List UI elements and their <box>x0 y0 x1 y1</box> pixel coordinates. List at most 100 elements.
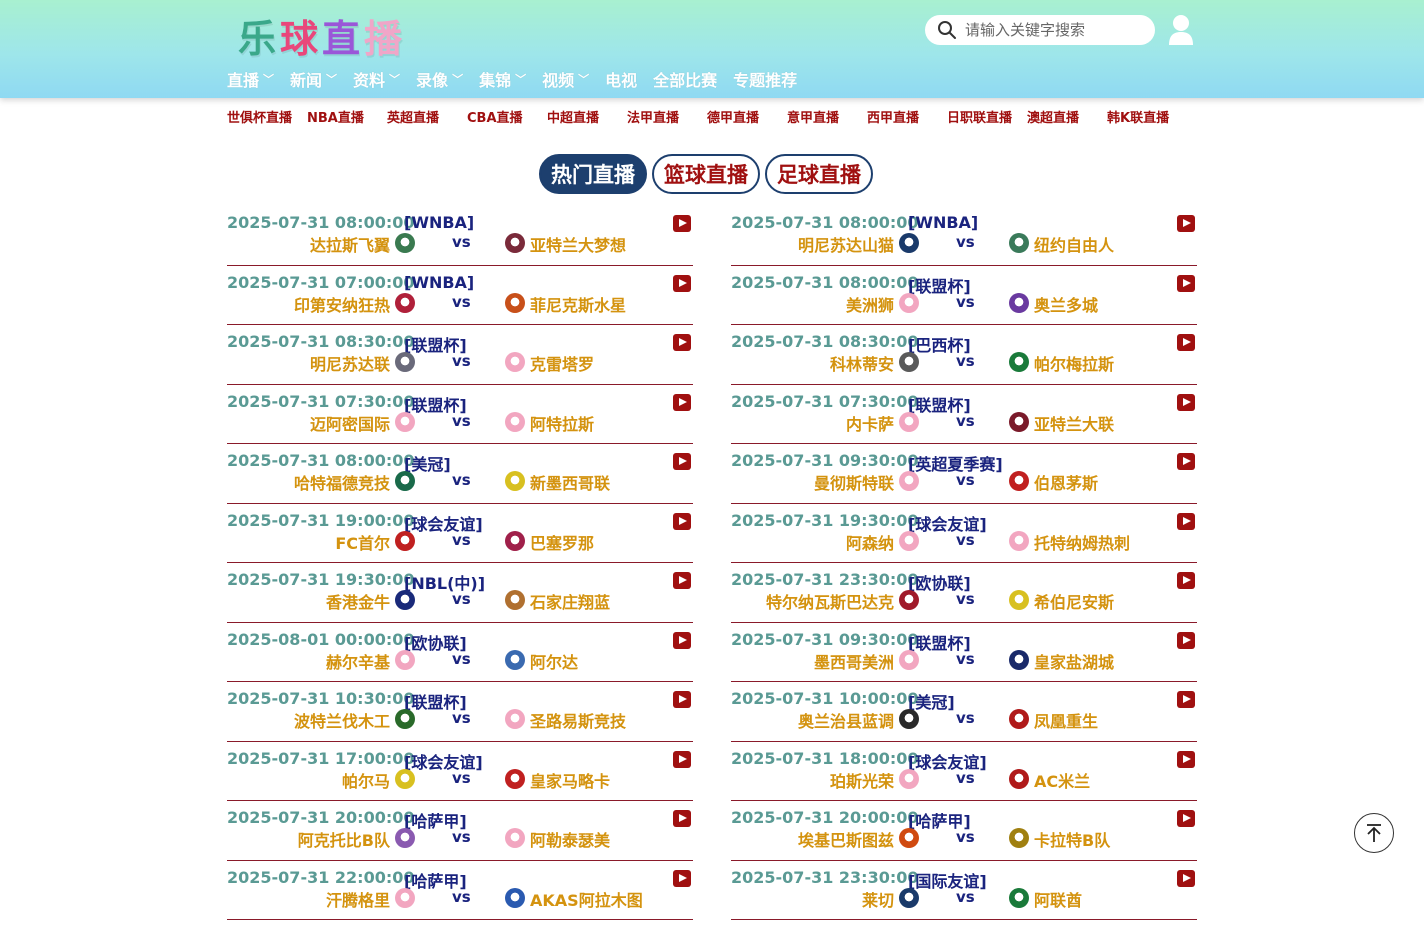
away-team-name[interactable]: 阿勒泰瑟美 <box>530 827 610 851</box>
match-league[interactable]: [WNBA] <box>404 273 474 292</box>
tab-hot[interactable]: 热门直播 <box>539 154 647 194</box>
match-row[interactable]: 2025-07-31 08:00:00 [美冠] 哈特福德竞技 vs 新墨西哥联 <box>227 444 693 504</box>
home-team-name[interactable]: FC首尔 <box>335 530 390 554</box>
site-logo[interactable]: 乐 球 直 播 <box>238 8 404 61</box>
user-icon[interactable] <box>1168 14 1194 46</box>
play-icon[interactable] <box>673 512 691 530</box>
play-icon[interactable] <box>1177 750 1195 768</box>
away-team-name[interactable]: 圣路易斯竞技 <box>530 708 626 732</box>
nav-item[interactable]: 资料 ﹀ <box>353 67 400 91</box>
away-team-name[interactable]: AC米兰 <box>1034 768 1090 792</box>
home-team-name[interactable]: 明尼苏达联 <box>310 351 390 375</box>
home-team-name[interactable]: 莱切 <box>862 887 894 911</box>
play-icon[interactable] <box>1177 512 1195 530</box>
play-icon[interactable] <box>673 215 691 232</box>
league-link[interactable]: CBA直播 <box>467 107 547 126</box>
home-team-name[interactable]: 曼彻斯特联 <box>814 470 894 494</box>
match-row[interactable]: 2025-07-31 09:30:00 [英超夏季赛] 曼彻斯特联 vs 伯恩茅斯 <box>731 444 1197 504</box>
match-league[interactable]: [美冠] <box>404 451 451 475</box>
away-team-name[interactable]: 新墨西哥联 <box>530 470 610 494</box>
league-link[interactable]: 意甲直播 <box>787 107 867 126</box>
home-team-name[interactable]: 特尔纳瓦斯巴达克 <box>766 589 894 613</box>
tab-basketball[interactable]: 篮球直播 <box>652 154 760 194</box>
match-league[interactable]: [WNBA] <box>404 213 474 232</box>
match-row[interactable]: 2025-07-31 07:30:00 [联盟杯] 迈阿密国际 vs 阿特拉斯 <box>227 385 693 444</box>
nav-item[interactable]: 新闻 ﹀ <box>290 67 337 91</box>
away-team-name[interactable]: 亚特兰大联 <box>1034 411 1114 435</box>
match-row[interactable]: 2025-07-31 20:00:00 [哈萨甲] 埃基巴斯图兹 vs 卡拉特B队 <box>731 801 1197 861</box>
play-icon[interactable] <box>673 810 691 827</box>
play-icon[interactable] <box>1177 393 1195 411</box>
home-team-name[interactable]: 阿森纳 <box>846 530 894 554</box>
away-team-name[interactable]: 凤凰重生 <box>1034 708 1098 732</box>
match-row[interactable]: 2025-07-31 08:30:00 [联盟杯] 明尼苏达联 vs 克雷塔罗 <box>227 325 693 385</box>
away-team-name[interactable]: 伯恩茅斯 <box>1034 470 1098 494</box>
back-to-top-button[interactable] <box>1354 813 1394 853</box>
nav-item[interactable]: 集锦 ﹀ <box>479 67 526 91</box>
home-team-name[interactable]: 迈阿密国际 <box>310 411 390 435</box>
match-row[interactable]: 2025-07-31 07:00:00 [WNBA] 印第安纳狂热 vs 菲尼克斯水星 <box>227 266 693 325</box>
play-icon[interactable] <box>1177 631 1195 649</box>
away-team-name[interactable]: 卡拉特B队 <box>1034 827 1110 851</box>
search-input[interactable] <box>965 21 1145 39</box>
away-team-name[interactable]: 纽约自由人 <box>1034 232 1114 256</box>
nav-item[interactable]: 视频 ﹀ <box>542 67 589 91</box>
search-icon[interactable] <box>937 20 957 40</box>
play-icon[interactable] <box>673 691 691 708</box>
match-row[interactable]: 2025-07-31 10:00:00 [美冠] 奥兰治县蓝调 vs 凤凰重生 <box>731 682 1197 742</box>
match-row[interactable]: 2025-07-31 08:00:00 [WNBA] 明尼苏达山猫 vs 纽约自由人 <box>731 206 1197 266</box>
play-icon[interactable] <box>1177 453 1195 470</box>
play-icon[interactable] <box>1177 691 1195 708</box>
match-row[interactable]: 2025-07-31 20:00:00 [哈萨甲] 阿克托比B队 vs 阿勒泰瑟美 <box>227 801 693 861</box>
tab-football[interactable]: 足球直播 <box>765 154 873 194</box>
away-team-name[interactable]: 阿尔达 <box>530 649 578 673</box>
away-team-name[interactable]: 克雷塔罗 <box>530 351 594 375</box>
home-team-name[interactable]: 奥兰治县蓝调 <box>798 708 894 732</box>
play-icon[interactable] <box>1177 572 1195 589</box>
match-row[interactable]: 2025-07-31 08:30:00 [巴西杯] 科林蒂安 vs 帕尔梅拉斯 <box>731 325 1197 385</box>
play-icon[interactable] <box>673 869 691 887</box>
home-team-name[interactable]: 印第安纳狂热 <box>294 292 390 316</box>
home-team-name[interactable]: 美洲狮 <box>846 292 894 316</box>
league-link[interactable]: 韩K联直播 <box>1107 107 1187 126</box>
away-team-name[interactable]: 阿联酋 <box>1034 887 1082 911</box>
home-team-name[interactable]: 珀斯光荣 <box>830 768 894 792</box>
match-row[interactable]: 2025-07-31 19:30:00 [球会友谊] 阿森纳 vs 托特纳姆热刺 <box>731 504 1197 563</box>
home-team-name[interactable]: 帕尔马 <box>342 768 390 792</box>
away-team-name[interactable]: AKAS阿拉木图 <box>530 887 643 911</box>
match-row[interactable]: 2025-07-31 07:30:00 [联盟杯] 内卡萨 vs 亚特兰大联 <box>731 385 1197 444</box>
match-row[interactable]: 2025-07-31 23:30:00 [欧协联] 特尔纳瓦斯巴达克 vs 希伯尼安斯 <box>731 563 1197 623</box>
play-icon[interactable] <box>1177 869 1195 887</box>
nav-item[interactable]: 电视 <box>605 67 637 91</box>
play-icon[interactable] <box>1177 334 1195 351</box>
home-team-name[interactable]: 阿克托比B队 <box>298 827 390 851</box>
home-team-name[interactable]: 埃基巴斯图兹 <box>798 827 894 851</box>
home-team-name[interactable]: 波特兰伐木工 <box>294 708 390 732</box>
nav-item[interactable]: 专题推荐 <box>733 67 797 91</box>
match-row[interactable]: 2025-07-31 17:00:00 [球会友谊] 帕尔马 vs 皇家马略卡 <box>227 742 693 801</box>
league-link[interactable]: 中超直播 <box>547 107 627 126</box>
away-team-name[interactable]: 亚特兰大梦想 <box>530 232 626 256</box>
away-team-name[interactable]: 皇家马略卡 <box>530 768 610 792</box>
home-team-name[interactable]: 明尼苏达山猫 <box>798 232 894 256</box>
away-team-name[interactable]: 托特纳姆热刺 <box>1034 530 1130 554</box>
home-team-name[interactable]: 内卡萨 <box>846 411 894 435</box>
home-team-name[interactable]: 科林蒂安 <box>830 351 894 375</box>
match-row[interactable]: 2025-07-31 22:00:00 [哈萨甲] 汗腾格里 vs AKAS阿拉木图 <box>227 861 693 920</box>
home-team-name[interactable]: 赫尔辛基 <box>326 649 390 673</box>
match-row[interactable]: 2025-07-31 08:00:00 [联盟杯] 美洲狮 vs 奥兰多城 <box>731 266 1197 325</box>
match-row[interactable]: 2025-07-31 18:00:00 [球会友谊] 珀斯光荣 vs AC米兰 <box>731 742 1197 801</box>
match-league[interactable]: [WNBA] <box>908 213 978 232</box>
play-icon[interactable] <box>673 631 691 649</box>
play-icon[interactable] <box>673 453 691 470</box>
league-link[interactable]: 日职联直播 <box>947 107 1027 126</box>
match-row[interactable]: 2025-07-31 10:30:00 [联盟杯] 波特兰伐木工 vs 圣路易斯竞技 <box>227 682 693 742</box>
league-link[interactable]: 西甲直播 <box>867 107 947 126</box>
match-row[interactable]: 2025-07-31 19:30:00 [NBL(中)] 香港金牛 vs 石家庄翔蓝 <box>227 563 693 623</box>
home-team-name[interactable]: 汗腾格里 <box>326 887 390 911</box>
league-link[interactable]: 法甲直播 <box>627 107 707 126</box>
nav-item[interactable]: 全部比赛 <box>653 67 717 91</box>
away-team-name[interactable]: 菲尼克斯水星 <box>530 292 626 316</box>
match-row[interactable]: 2025-07-31 09:30:00 [联盟杯] 墨西哥美洲 vs 皇家盐湖城 <box>731 623 1197 682</box>
play-icon[interactable] <box>1177 274 1195 292</box>
